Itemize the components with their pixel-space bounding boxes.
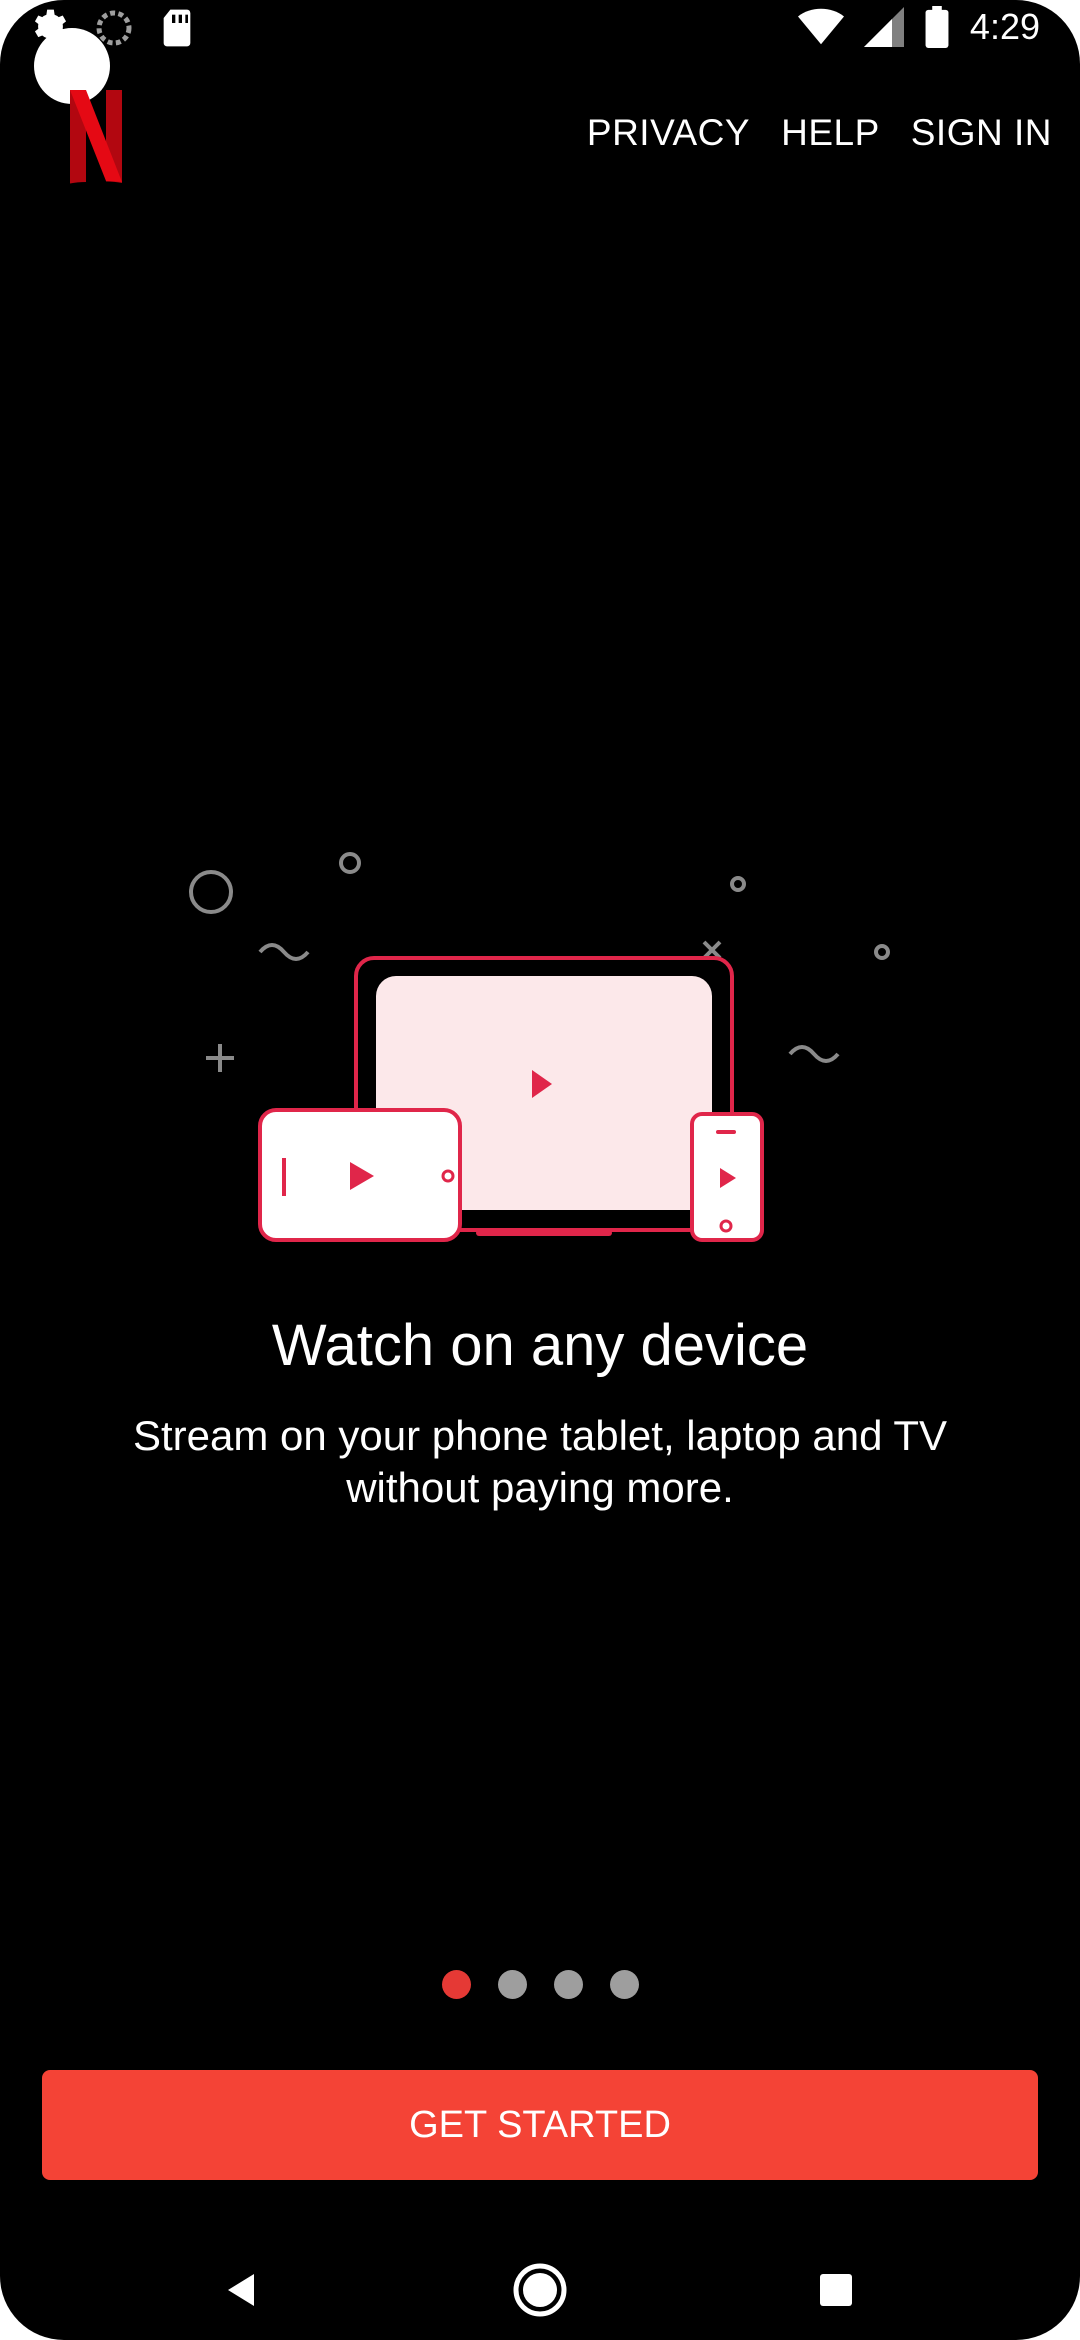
home-icon: [513, 2263, 567, 2317]
page-dot-1[interactable]: [441, 1970, 471, 1999]
help-link[interactable]: HELP: [781, 112, 880, 154]
recents-icon: [820, 2274, 852, 2306]
page-dot-4[interactable]: [609, 1970, 639, 1999]
subtitle-line-1: Stream on your phone tablet, laptop and …: [132, 1412, 948, 1459]
onboarding-title: Watch on any device: [271, 1313, 809, 1378]
battery-icon: [925, 6, 949, 48]
privacy-link[interactable]: PRIVACY: [587, 112, 750, 154]
status-time: 4:29: [969, 6, 1040, 47]
status-bar: 4:29: [0, 0, 1080, 64]
devices-illustration: [189, 852, 890, 1242]
get-started-button[interactable]: GET STARTED: [42, 2070, 1038, 2180]
status-right: 4:29: [797, 6, 1040, 48]
page-dot-2[interactable]: [497, 1970, 527, 1999]
home-button[interactable]: [500, 2250, 580, 2330]
recents-button[interactable]: [796, 2250, 876, 2330]
subtitle-line-2: without paying more.: [346, 1464, 734, 1511]
wifi-icon: [797, 8, 844, 45]
page-indicator: [0, 1970, 1080, 1999]
back-icon: [228, 2274, 254, 2306]
top-nav: PRIVACY HELP SIGN IN: [587, 112, 1052, 154]
signal-icon: [863, 7, 904, 47]
sd-card-icon: [163, 9, 191, 47]
netflix-logo[interactable]: [66, 86, 126, 186]
onboarding-subtitle: Stream on your phone tablet, laptop and …: [90, 1410, 990, 1514]
navigation-bar: [0, 2230, 1080, 2340]
back-button[interactable]: [202, 2250, 282, 2330]
page-dot-3[interactable]: [553, 1970, 583, 1999]
onboarding-screen: 4:29 PRIVACY HELP SIGN IN Watch on any d…: [0, 0, 1080, 2340]
sign-in-link[interactable]: SIGN IN: [911, 112, 1052, 154]
